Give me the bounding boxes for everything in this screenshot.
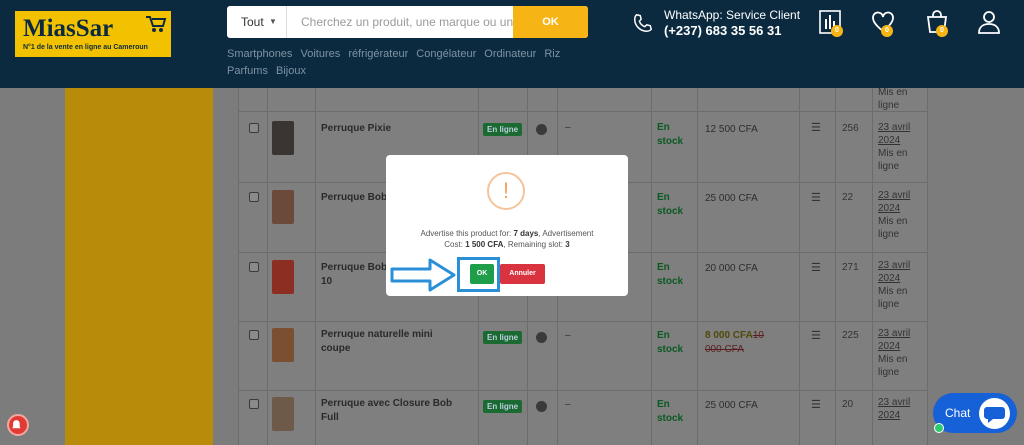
product-price: 25 000 CFA (705, 400, 758, 411)
stock-status: En stock (657, 122, 684, 147)
ok-button[interactable]: OK (470, 264, 494, 284)
view-count: 271 (842, 262, 859, 273)
table-cell-state: Mis en ligne (878, 87, 908, 111)
search-input[interactable] (287, 6, 513, 38)
chat-button[interactable]: Chat (933, 393, 1017, 433)
chevron-down-icon: ▼ (269, 17, 277, 26)
search-bar: Tout ▼ OK (227, 6, 588, 38)
cart-logo-icon (146, 16, 167, 32)
menu-icon[interactable]: ☰ (811, 329, 821, 342)
stock-status: En stock (657, 192, 684, 217)
row-checkbox[interactable] (249, 192, 259, 202)
table-cell-date: 23 avril 2024 (878, 397, 911, 421)
status-badge: En ligne (483, 123, 523, 136)
user-icon[interactable] (976, 9, 1002, 35)
menu-icon[interactable]: ☰ (811, 398, 821, 411)
search-category-select[interactable]: Tout ▼ (227, 6, 287, 38)
globe-icon (536, 401, 547, 412)
cancel-button[interactable]: Annuler (500, 264, 545, 284)
status-badge: En ligne (483, 400, 523, 413)
product-price: 20 000 CFA (705, 263, 758, 274)
product-name[interactable]: Perruque naturelle mini coupe (321, 328, 461, 356)
stock-status: En stock (657, 399, 684, 424)
product-thumbnail (272, 328, 294, 362)
product-name[interactable]: Perruque Pixie (321, 122, 461, 136)
view-count: 20 (842, 399, 854, 410)
globe-icon (536, 332, 547, 343)
product-price: 12 500 CFA (705, 124, 758, 135)
quick-link-ordinateur[interactable]: Ordinateur (484, 48, 536, 60)
menu-icon[interactable]: ☰ (811, 191, 821, 204)
table-cell-date: 23 avril 2024 Mis en ligne (878, 328, 911, 378)
quick-link-voitures[interactable]: Voitures (301, 48, 341, 60)
status-badge: En ligne (483, 331, 523, 344)
dialog-message: Advertise this product for: 7 days, Adve… (420, 229, 594, 249)
wishlist-badge: 0 (881, 25, 893, 37)
quick-link-smartphones[interactable]: Smartphones (227, 48, 292, 60)
row-checkbox[interactable] (249, 330, 259, 340)
whatsapp-title: WhatsApp: Service Client (664, 8, 801, 22)
product-price: 25 000 CFA (705, 193, 758, 204)
view-count: 225 (842, 330, 859, 341)
quick-link-parfums[interactable]: Parfums (227, 65, 268, 77)
online-status-dot (934, 423, 944, 433)
row-checkbox[interactable] (249, 399, 259, 409)
menu-icon[interactable]: ☰ (811, 121, 821, 134)
globe-icon (536, 124, 547, 135)
warning-icon: ! (487, 172, 525, 210)
quick-link-refrigerateur[interactable]: réfrigérateur (348, 48, 408, 60)
view-count: 22 (842, 192, 854, 203)
logo-title: MiasSar (23, 15, 114, 42)
stock-status: En stock (657, 262, 684, 287)
search-button[interactable]: OK (513, 6, 588, 38)
arrow-right-icon (390, 258, 456, 292)
notification-bell-icon[interactable] (7, 414, 29, 436)
table-row: Perruque naturelle mini coupe En ligne – … (238, 325, 928, 393)
site-header: MiasSar N°1 de la vente en ligne au Came… (0, 0, 1024, 88)
product-price: 8 000 CFA10 000 CFA (705, 330, 764, 355)
row-checkbox[interactable] (249, 262, 259, 272)
product-thumbnail (272, 121, 294, 155)
table-cell-date: 23 avril 2024 Mis en ligne (878, 122, 911, 172)
chat-bubble-icon (979, 398, 1010, 429)
compare-badge: 0 (831, 25, 843, 37)
logo-tagline: N°1 de la vente en ligne au Cameroun (23, 44, 148, 51)
phone-icon (634, 13, 653, 32)
stock-status: En stock (657, 330, 684, 355)
table-cell-date: 23 avril 2024 Mis en ligne (878, 190, 911, 240)
menu-icon[interactable]: ☰ (811, 261, 821, 274)
sidebar-panel (65, 88, 213, 445)
table-cell-date: 23 avril 2024 Mis en ligne (878, 260, 911, 310)
logo[interactable]: MiasSar N°1 de la vente en ligne au Came… (15, 11, 171, 57)
cart-badge: 0 (936, 25, 948, 37)
chat-label: Chat (945, 406, 971, 420)
product-thumbnail (272, 190, 294, 224)
table-row: Perruque avec Closure Bob Full En ligne –… (238, 394, 928, 445)
product-thumbnail (272, 260, 294, 294)
search-category-value: Tout (241, 15, 264, 29)
quick-link-bijoux[interactable]: Bijoux (276, 65, 306, 77)
view-count: 256 (842, 123, 859, 134)
quick-link-riz[interactable]: Riz (544, 48, 560, 60)
product-name[interactable]: Perruque avec Closure Bob Full (321, 397, 461, 425)
row-checkbox[interactable] (249, 123, 259, 133)
quick-links: Smartphones Voitures réfrigérateur Congé… (227, 46, 597, 80)
whatsapp-number[interactable]: (+237) 683 35 56 31 (664, 23, 781, 38)
product-thumbnail (272, 397, 294, 431)
quick-link-congelateur[interactable]: Congélateur (416, 48, 476, 60)
